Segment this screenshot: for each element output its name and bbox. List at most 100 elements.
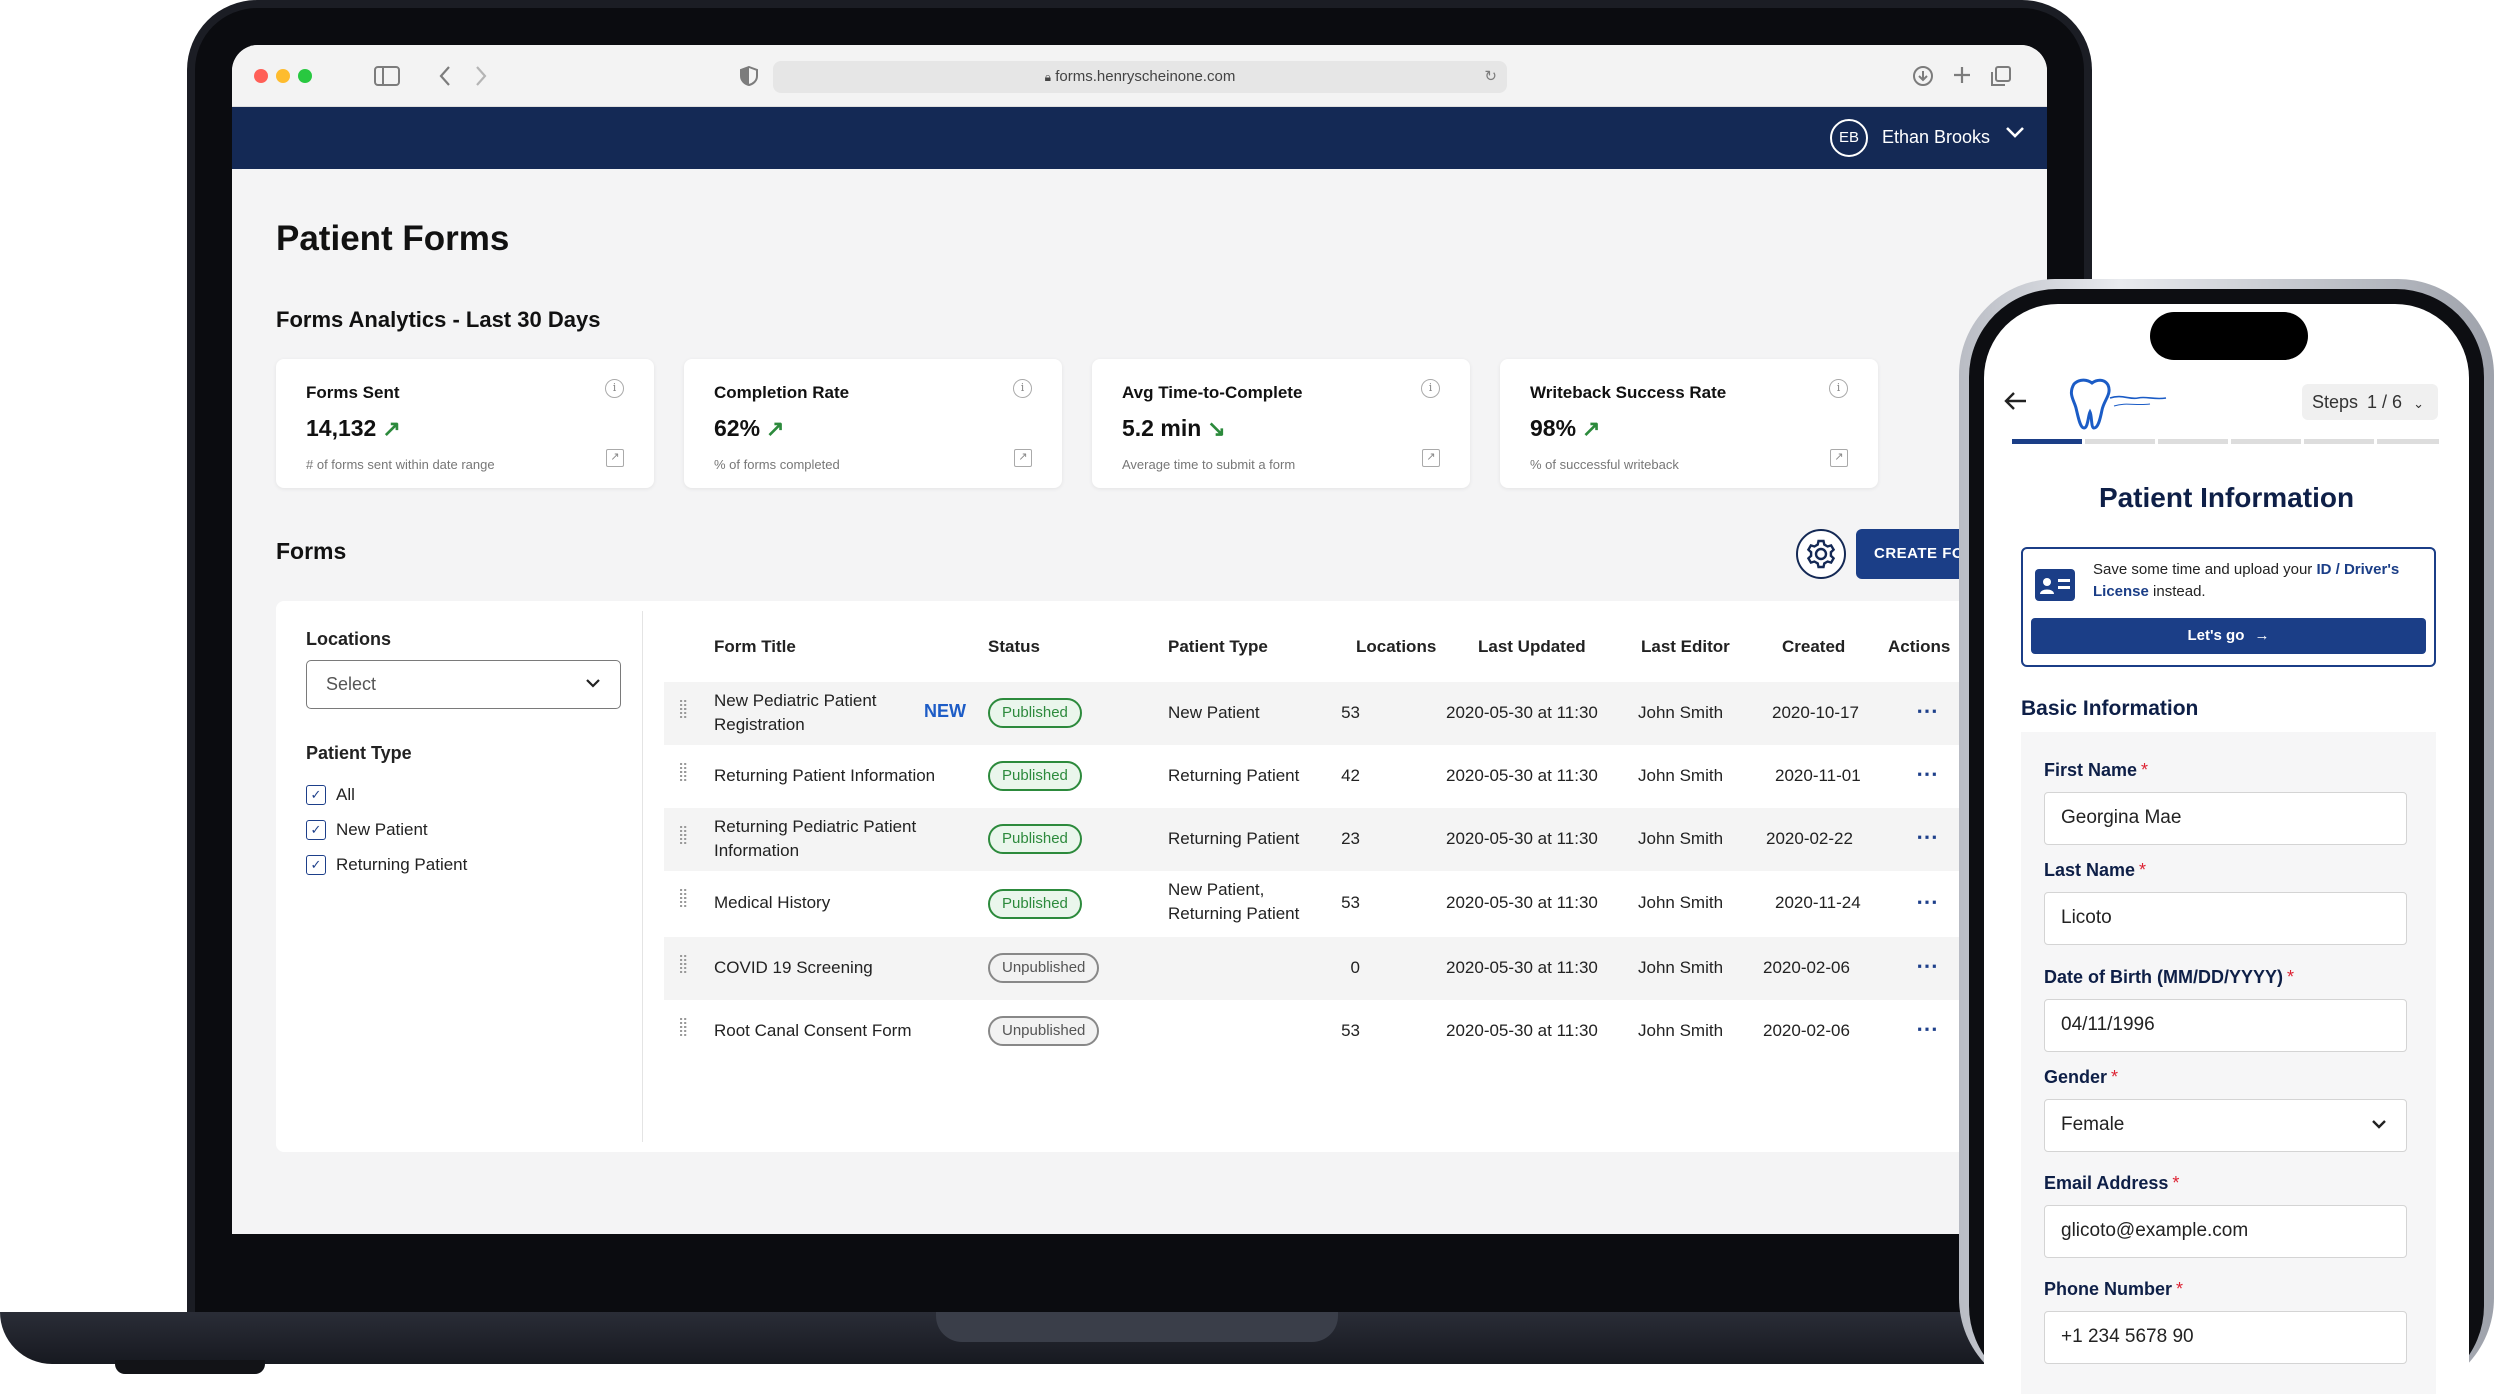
avatar[interactable]: EB [1830, 119, 1868, 157]
gear-icon [1806, 539, 1836, 569]
last-name-field[interactable]: Licoto [2044, 892, 2407, 945]
created-date: 2020-02-06 [1763, 958, 1850, 977]
email-field[interactable]: glicoto@example.com [2044, 1205, 2407, 1258]
form-title[interactable]: Returning Patient Information [714, 764, 974, 788]
form-title[interactable]: COVID 19 Screening [714, 956, 954, 980]
drag-handle-icon[interactable]: ⠿ ⠿ [678, 762, 692, 784]
first-name-field[interactable]: Georgina Mae [2044, 792, 2407, 845]
form-title[interactable]: Root Canal Consent Form [714, 1019, 954, 1043]
card-value: 62% ↗ [714, 415, 785, 441]
expand-icon[interactable]: ↗ [1014, 449, 1032, 467]
phone-field[interactable]: +1 234 5678 90 [2044, 1311, 2407, 1364]
card-title: Avg Time-to-Complete [1122, 383, 1303, 402]
step-progress-active [2012, 439, 2082, 444]
last-editor: John Smith [1638, 766, 1724, 785]
checkbox-all[interactable]: ✓ [306, 785, 326, 805]
card-value: 5.2 min ↘ [1122, 415, 1226, 441]
more-actions-icon[interactable]: ⋯ [1916, 889, 1939, 915]
analytics-card: Completion Rate 62% ↗ % of forms complete… [684, 359, 1062, 488]
form-title[interactable]: New Pediatric Patient Registration [714, 689, 914, 737]
forward-icon[interactable] [474, 65, 488, 91]
patient-type: Returning Patient [1168, 829, 1300, 848]
drag-handle-icon[interactable]: ⠿ ⠿ [678, 699, 692, 721]
expand-icon[interactable]: ↗ [1830, 449, 1848, 467]
checkbox-new-patient[interactable]: ✓ [306, 820, 326, 840]
expand-icon[interactable]: ↗ [606, 449, 624, 467]
laptop-screen: 🔒︎ forms.henryscheinone.com ↻ EB Ethan B… [232, 45, 2047, 1234]
table-row[interactable]: ⠿ ⠿ Medical History Published New Patient… [664, 871, 2047, 937]
table-row[interactable]: ⠿ ⠿ Returning Pediatric Patient Informati… [664, 808, 2047, 871]
tab-overview-icon[interactable] [1990, 65, 2012, 91]
sidebar-icon[interactable] [374, 66, 400, 90]
more-actions-icon[interactable]: ⋯ [1916, 698, 1939, 724]
steps-dropdown[interactable]: Steps 1 / 6 ⌄ [2302, 384, 2438, 420]
dob-field[interactable]: 04/11/1996 [2044, 999, 2407, 1052]
drag-handle-icon[interactable]: ⠿ ⠿ [678, 888, 692, 910]
last-updated: 2020-05-30 at 11:30 [1446, 893, 1598, 912]
expand-icon[interactable]: ↗ [1422, 449, 1440, 467]
more-actions-icon[interactable]: ⋯ [1916, 824, 1939, 850]
step-progress [2158, 439, 2228, 444]
chevron-down-icon [584, 661, 602, 724]
mobile-page-title: Patient Information [2098, 482, 2355, 513]
more-actions-icon[interactable]: ⋯ [1916, 953, 1939, 979]
back-arrow-icon[interactable] [2004, 388, 2028, 419]
locations-select[interactable]: Select [306, 660, 621, 709]
user-name[interactable]: Ethan Brooks [1882, 127, 1990, 148]
dob-label: Date of Birth (MM/DD/YYYY) * [2044, 967, 2295, 987]
checkbox-returning-patient[interactable]: ✓ [306, 855, 326, 875]
close-window-button[interactable] [254, 69, 268, 83]
status-badge: Published [988, 824, 1082, 854]
laptop-foot [115, 1360, 265, 1374]
card-title: Forms Sent [306, 383, 400, 402]
column-header[interactable]: Last Editor [1641, 637, 1730, 657]
card-description: % of forms completed [714, 457, 840, 472]
minimize-window-button[interactable] [276, 69, 290, 83]
more-actions-icon[interactable]: ⋯ [1916, 1016, 1939, 1042]
info-icon[interactable]: i [605, 379, 624, 398]
last-editor: John Smith [1638, 1021, 1724, 1040]
last-updated: 2020-05-30 at 11:30 [1446, 829, 1598, 848]
column-header[interactable]: Status [988, 637, 1040, 657]
last-updated: 2020-05-30 at 11:30 [1446, 958, 1598, 977]
gender-select[interactable]: Female [2044, 1099, 2407, 1152]
step-progress [2304, 439, 2374, 444]
column-header[interactable]: Locations [1356, 637, 1436, 657]
analytics-card: Avg Time-to-Complete 5.2 min ↘ Average ti… [1092, 359, 1470, 488]
shield-icon[interactable] [740, 65, 758, 90]
column-header[interactable]: Form Title [714, 637, 796, 657]
create-form-button[interactable]: CREATE FORM [1856, 529, 1976, 579]
info-icon[interactable]: i [1013, 379, 1032, 398]
downloads-icon[interactable] [1912, 65, 1934, 91]
maximize-window-button[interactable] [298, 69, 312, 83]
column-header[interactable]: Patient Type [1168, 637, 1268, 657]
column-header[interactable]: Actions [1888, 637, 1950, 657]
checkbox-label: Returning Patient [336, 855, 468, 874]
table-row[interactable]: ⠿ ⠿ New Pediatric Patient Registration NE… [664, 682, 2047, 745]
table-row[interactable]: ⠿ ⠿ COVID 19 Screening Unpublished 0 2020… [664, 937, 2047, 1000]
drag-handle-icon[interactable]: ⠿ ⠿ [678, 825, 692, 847]
column-header[interactable]: Last Updated [1478, 637, 1586, 657]
locations-count: 0 [1350, 958, 1360, 977]
table-row[interactable]: ⠿ ⠿ Root Canal Consent Form Unpublished 5… [664, 1000, 2047, 1063]
reload-icon[interactable]: ↻ [1484, 61, 1497, 93]
created-date: 2020-11-24 [1775, 893, 1861, 912]
lets-go-button[interactable]: Let's go → [2031, 618, 2426, 654]
back-icon[interactable] [438, 65, 452, 91]
settings-button[interactable] [1796, 529, 1846, 579]
forms-panel: Locations Select Patient Type ✓ All ✓ Ne… [276, 601, 2047, 1152]
info-icon[interactable]: i [1829, 379, 1848, 398]
table-row[interactable]: ⠿ ⠿ Returning Patient Information Publish… [664, 745, 2047, 808]
info-icon[interactable]: i [1421, 379, 1440, 398]
address-bar[interactable]: 🔒︎ forms.henryscheinone.com ↻ [773, 61, 1507, 93]
column-header[interactable]: Created [1782, 637, 1845, 657]
new-tab-icon[interactable] [1952, 65, 1972, 89]
form-title[interactable]: Medical History [714, 891, 954, 915]
more-actions-icon[interactable]: ⋯ [1916, 761, 1939, 787]
chevron-down-icon[interactable] [2004, 121, 2026, 149]
drag-handle-icon[interactable]: ⠿ ⠿ [678, 1017, 692, 1039]
drag-handle-icon[interactable]: ⠿ ⠿ [678, 954, 692, 976]
form-title[interactable]: Returning Pediatric Patient Information [714, 815, 954, 863]
forms-heading: Forms [276, 538, 347, 564]
checkbox-label: New Patient [336, 820, 428, 839]
